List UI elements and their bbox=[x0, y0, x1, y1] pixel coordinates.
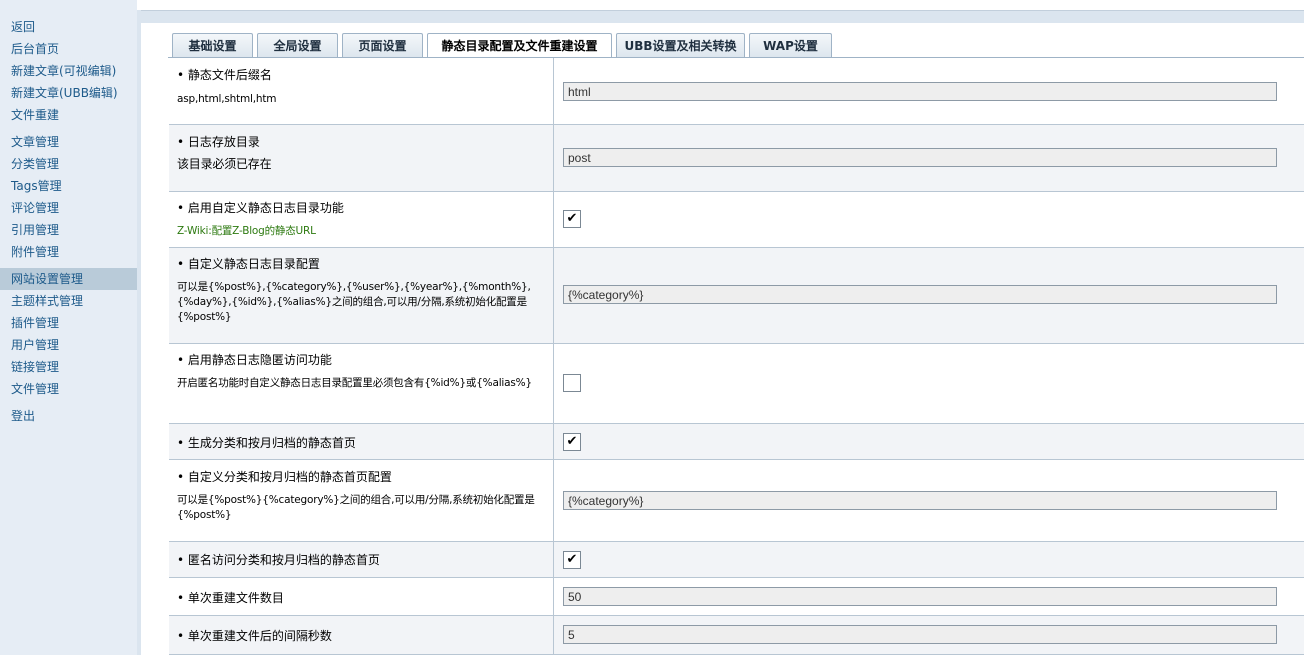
sidebar-item-logout[interactable]: 登出 bbox=[0, 405, 137, 427]
setting-row: 生成分类和按月归档的静态首页 ✔ bbox=[169, 424, 1304, 460]
frame-left-bar bbox=[137, 10, 141, 655]
sidebar-item-new-article-visual[interactable]: 新建文章(可视编辑) bbox=[0, 60, 137, 82]
rebuild-count-input[interactable] bbox=[563, 587, 1277, 606]
sidebar-item-attachment-manage[interactable]: 附件管理 bbox=[0, 241, 137, 263]
setting-desc: 可以是{%post%},{%category%},{%user%},{%year… bbox=[177, 281, 531, 323]
custom-static-dir-input[interactable] bbox=[563, 285, 1277, 304]
setting-row: 自定义静态日志目录配置 可以是{%post%},{%category%},{%u… bbox=[169, 248, 1304, 344]
sidebar-item-trackback-manage[interactable]: 引用管理 bbox=[0, 219, 137, 241]
sidebar-item-category-manage[interactable]: 分类管理 bbox=[0, 153, 137, 175]
sidebar-item-file-manage[interactable]: 文件管理 bbox=[0, 378, 137, 400]
setting-desc: asp,html,shtml,htm bbox=[177, 93, 277, 105]
sidebar-item-link-manage[interactable]: 链接管理 bbox=[0, 356, 137, 378]
tab-ubb-settings[interactable]: UBB设置及相关转换 bbox=[616, 33, 745, 57]
tab-global-settings[interactable]: 全局设置 bbox=[257, 33, 338, 57]
static-suffix-input[interactable] bbox=[563, 82, 1277, 101]
setting-title: 启用静态日志隐匿访问功能 bbox=[177, 351, 332, 368]
setting-row: 启用自定义静态日志目录功能 Z-Wiki:配置Z-Blog的静态URL ✔ bbox=[169, 192, 1304, 248]
setting-desc: 开启匿名功能时自定义静态日志目录配置里必须包含有{%id%}或{%alias%} bbox=[177, 377, 532, 389]
sidebar-item-plugin-manage[interactable]: 插件管理 bbox=[0, 312, 137, 334]
setting-title: 自定义分类和按月归档的静态首页配置 bbox=[177, 468, 392, 485]
setting-title: 日志存放目录 bbox=[177, 133, 260, 150]
setting-row: 日志存放目录 该目录必须已存在 bbox=[169, 125, 1304, 192]
sidebar-item-tags-manage[interactable]: Tags管理 bbox=[0, 175, 137, 197]
setting-title: 匿名访问分类和按月归档的静态首页 bbox=[177, 551, 380, 568]
setting-title: 单次重建文件后的间隔秒数 bbox=[177, 627, 332, 644]
setting-row: 匿名访问分类和按月归档的静态首页 ✔ bbox=[169, 542, 1304, 578]
sidebar-nav: 返回 后台首页 新建文章(可视编辑) 新建文章(UBB编辑) 文件重建 文章管理… bbox=[0, 0, 137, 655]
wiki-link[interactable]: Z-Wiki:配置Z-Blog的静态URL bbox=[177, 224, 547, 239]
sidebar-item-theme-manage[interactable]: 主题样式管理 bbox=[0, 290, 137, 312]
sidebar-item-new-article-ubb[interactable]: 新建文章(UBB编辑) bbox=[0, 82, 137, 104]
setting-title: 静态文件后缀名 bbox=[177, 66, 272, 83]
generate-category-index-checkbox[interactable]: ✔ bbox=[563, 433, 581, 451]
anonymous-access-checkbox[interactable] bbox=[563, 374, 581, 392]
anonymous-category-index-checkbox[interactable]: ✔ bbox=[563, 551, 581, 569]
sidebar-item-article-manage[interactable]: 文章管理 bbox=[0, 131, 137, 153]
tab-static-dir-settings[interactable]: 静态目录配置及文件重建设置 bbox=[427, 33, 612, 58]
sidebar-item-admin-home[interactable]: 后台首页 bbox=[0, 38, 137, 60]
setting-row: 单次重建文件后的间隔秒数 bbox=[169, 616, 1304, 655]
setting-title: 启用自定义静态日志目录功能 bbox=[177, 199, 344, 216]
setting-desc: 可以是{%post%}{%category%}之间的组合,可以用/分隔,系统初始… bbox=[177, 494, 535, 521]
setting-row: 自定义分类和按月归档的静态首页配置 可以是{%post%}{%category%… bbox=[169, 460, 1304, 542]
sidebar-item-comment-manage[interactable]: 评论管理 bbox=[0, 197, 137, 219]
post-dir-input[interactable] bbox=[563, 148, 1277, 167]
setting-title: 生成分类和按月归档的静态首页 bbox=[177, 434, 356, 451]
sidebar-item-user-manage[interactable]: 用户管理 bbox=[0, 334, 137, 356]
setting-row: 单次重建文件数目 bbox=[169, 578, 1304, 616]
tab-page-settings[interactable]: 页面设置 bbox=[342, 33, 423, 57]
setting-desc: 该目录必须已存在 bbox=[177, 157, 272, 171]
sidebar-item-file-rebuild[interactable]: 文件重建 bbox=[0, 104, 137, 126]
setting-title: 自定义静态日志目录配置 bbox=[177, 255, 320, 272]
sidebar-item-back[interactable]: 返回 bbox=[0, 16, 137, 38]
custom-static-dir-checkbox[interactable]: ✔ bbox=[563, 210, 581, 228]
setting-row: 静态文件后缀名 asp,html,shtml,htm bbox=[169, 58, 1304, 125]
frame-top-bar bbox=[137, 10, 1304, 23]
category-index-config-input[interactable] bbox=[563, 491, 1277, 510]
rebuild-interval-input[interactable] bbox=[563, 625, 1277, 644]
setting-row: 启用静态日志隐匿访问功能 开启匿名功能时自定义静态日志目录配置里必须包含有{%i… bbox=[169, 344, 1304, 424]
setting-title: 单次重建文件数目 bbox=[177, 589, 284, 606]
tab-basic-settings[interactable]: 基础设置 bbox=[172, 33, 253, 57]
sidebar-item-site-settings[interactable]: 网站设置管理 bbox=[0, 268, 137, 290]
tab-wap-settings[interactable]: WAP设置 bbox=[749, 33, 832, 57]
